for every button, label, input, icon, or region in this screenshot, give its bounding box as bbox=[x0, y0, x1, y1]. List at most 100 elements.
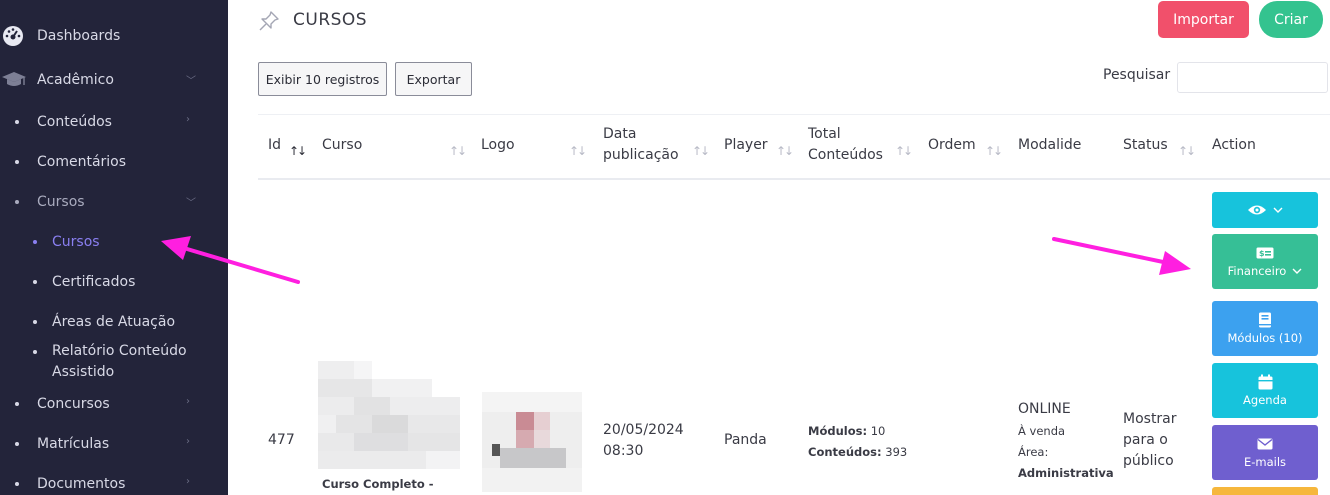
sidebar-item-label: Matrículas bbox=[37, 436, 110, 452]
search-input[interactable] bbox=[1177, 62, 1328, 93]
financeiro-dropdown-button[interactable]: $ Financeiro bbox=[1212, 234, 1318, 289]
cell-total-conteudos: Módulos: 10 Conteúdos: 393 bbox=[808, 421, 907, 463]
th-line: Data bbox=[603, 126, 637, 142]
cell-curso-caption: Curso Completo - bbox=[322, 477, 434, 491]
cell-line: 08:30 bbox=[603, 443, 644, 459]
sort-icon[interactable]: ↑↓ bbox=[895, 144, 913, 158]
sort-icon[interactable]: ↑↓ bbox=[1178, 144, 1196, 158]
sidebar-item-dashboards[interactable]: Dashboards bbox=[0, 25, 228, 47]
sidebar-item-conteudos[interactable]: Conteúdos › bbox=[0, 111, 228, 133]
chevron-down-icon: ﹀ bbox=[186, 76, 196, 87]
modulos-label: Módulos (10) bbox=[1227, 331, 1303, 345]
conteudos-label: Conteúdos: bbox=[808, 445, 882, 459]
cell-id: 477 bbox=[268, 432, 295, 448]
divider bbox=[258, 114, 1330, 115]
th-id[interactable]: Id bbox=[268, 135, 281, 156]
chevron-right-icon: › bbox=[186, 436, 190, 447]
modulos-value: 10 bbox=[870, 424, 886, 438]
sidebar-item-relatorio-conteudo-assistido[interactable]: Relatório Conteúdo Assistido bbox=[0, 341, 228, 383]
sidebar-item-label: Conteúdos bbox=[37, 114, 112, 130]
sidebar-item-label-line: Relatório Conteúdo bbox=[52, 343, 187, 359]
cell-player: Panda bbox=[724, 432, 767, 448]
next-action-button[interactable] bbox=[1212, 487, 1318, 495]
modulos-label: Módulos: bbox=[808, 424, 868, 438]
cell-line: para o bbox=[1123, 432, 1168, 448]
bullet-icon bbox=[15, 402, 19, 406]
emails-button[interactable]: E-mails bbox=[1212, 425, 1318, 480]
th-curso[interactable]: Curso bbox=[322, 135, 362, 156]
show-records-button[interactable]: Exibir 10 registros bbox=[258, 62, 387, 96]
search-label: Pesquisar bbox=[1103, 67, 1171, 83]
book-icon bbox=[1256, 312, 1274, 328]
th-status[interactable]: Status bbox=[1123, 135, 1168, 156]
envelope-icon bbox=[1256, 436, 1274, 452]
money-bill-icon: $ bbox=[1256, 245, 1274, 261]
bullet-icon bbox=[33, 240, 37, 244]
sidebar-item-label: Certificados bbox=[52, 274, 136, 290]
course-image-redacted bbox=[318, 361, 460, 469]
bullet-icon bbox=[33, 280, 37, 284]
sidebar-item-documentos[interactable]: Documentos › bbox=[0, 473, 228, 495]
th-total-conteudos[interactable]: Total Conteúdos bbox=[808, 124, 883, 166]
sidebar-item-areas-de-atuacao[interactable]: Áreas de Atuação bbox=[0, 311, 228, 333]
bullet-icon bbox=[15, 120, 19, 124]
modulos-button[interactable]: Módulos (10) bbox=[1212, 301, 1318, 356]
th-modalidade[interactable]: Modalide bbox=[1018, 135, 1081, 156]
cell-line: 20/05/2024 bbox=[603, 422, 684, 438]
pin-icon[interactable] bbox=[258, 10, 280, 32]
th-ordem[interactable]: Ordem bbox=[928, 135, 976, 156]
annotation-arrow-right-icon bbox=[1052, 237, 1191, 275]
page-title: CURSOS bbox=[293, 10, 368, 30]
sidebar-item-comentarios[interactable]: Comentários bbox=[0, 151, 228, 173]
eye-icon bbox=[1248, 205, 1266, 215]
course-logo-redacted bbox=[482, 392, 582, 492]
dashboard-gauge-icon bbox=[3, 26, 23, 46]
emails-label: E-mails bbox=[1243, 455, 1287, 469]
sidebar-item-label: Documentos bbox=[37, 476, 126, 492]
importar-button[interactable]: Importar bbox=[1158, 1, 1249, 38]
agenda-button[interactable]: Agenda bbox=[1212, 363, 1318, 418]
cell-line: Mostrar bbox=[1123, 411, 1177, 427]
sort-icon[interactable]: ↑↓ bbox=[985, 144, 1003, 158]
view-dropdown-button[interactable] bbox=[1212, 192, 1318, 228]
sidebar-item-concursos[interactable]: Concursos › bbox=[0, 393, 228, 415]
bullet-icon bbox=[15, 482, 19, 486]
sidebar-item-cursos-group[interactable]: Cursos ﹀ bbox=[0, 191, 228, 213]
th-line: Conteúdos bbox=[808, 147, 883, 163]
bullet-icon bbox=[15, 200, 19, 204]
chevron-down-icon bbox=[1292, 268, 1302, 274]
sidebar-item-label: Cursos bbox=[37, 194, 85, 210]
th-line: publicação bbox=[603, 147, 679, 163]
th-logo[interactable]: Logo bbox=[481, 135, 515, 156]
sort-icon[interactable]: ↑↓ bbox=[776, 144, 794, 158]
sort-icon[interactable]: ↑↓ bbox=[449, 144, 467, 158]
sidebar-item-label: Acadêmico bbox=[37, 72, 114, 88]
export-button[interactable]: Exportar bbox=[395, 62, 472, 96]
chevron-right-icon: › bbox=[186, 114, 190, 125]
criar-button[interactable]: Criar bbox=[1259, 1, 1323, 38]
chevron-right-icon: › bbox=[186, 476, 190, 487]
financeiro-label: Financeiro bbox=[1227, 264, 1287, 278]
bullet-icon bbox=[15, 160, 19, 164]
sort-desc-icon[interactable]: ↑↓ bbox=[289, 144, 307, 158]
chevron-down-icon: ﹀ bbox=[186, 198, 196, 209]
chevron-right-icon: › bbox=[186, 396, 190, 407]
cell-area-label: Área: bbox=[1018, 445, 1049, 459]
annotation-arrow-left-icon bbox=[161, 236, 300, 284]
sort-icon[interactable]: ↑↓ bbox=[569, 144, 587, 158]
sort-icon[interactable]: ↑↓ bbox=[692, 144, 710, 158]
graduation-cap-icon bbox=[2, 72, 26, 86]
sidebar-item-label: Concursos bbox=[37, 396, 110, 412]
sidebar-item-label: Relatório Conteúdo Assistido bbox=[52, 341, 187, 383]
sidebar-item-label: Comentários bbox=[37, 154, 127, 170]
th-data-publicacao[interactable]: Data publicação bbox=[603, 124, 679, 166]
sidebar-item-matriculas[interactable]: Matrículas › bbox=[0, 433, 228, 455]
sidebar-item-label-line: Assistido bbox=[52, 364, 115, 380]
sidebar-item-label: Cursos bbox=[52, 234, 100, 250]
cell-modalidade: ONLINE bbox=[1018, 401, 1071, 417]
cell-area-value: Administrativa bbox=[1018, 466, 1114, 480]
agenda-label: Agenda bbox=[1243, 393, 1287, 407]
th-player[interactable]: Player bbox=[724, 135, 768, 156]
sidebar-item-academico[interactable]: Acadêmico ﹀ bbox=[0, 69, 228, 91]
cell-status: Mostrar para o público bbox=[1123, 409, 1177, 472]
